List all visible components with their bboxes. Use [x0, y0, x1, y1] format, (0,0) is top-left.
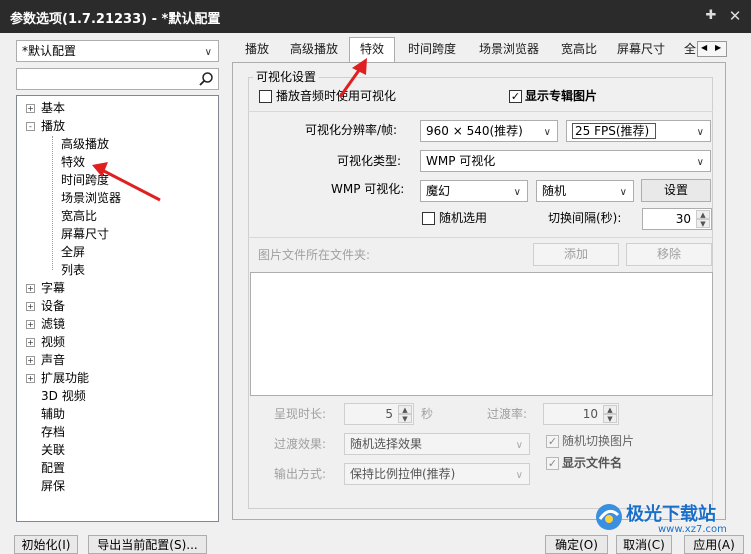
annotation-arrows: [92, 58, 367, 202]
arrow-to-tab: [338, 58, 367, 98]
arrow-to-tree-item: [92, 162, 161, 202]
